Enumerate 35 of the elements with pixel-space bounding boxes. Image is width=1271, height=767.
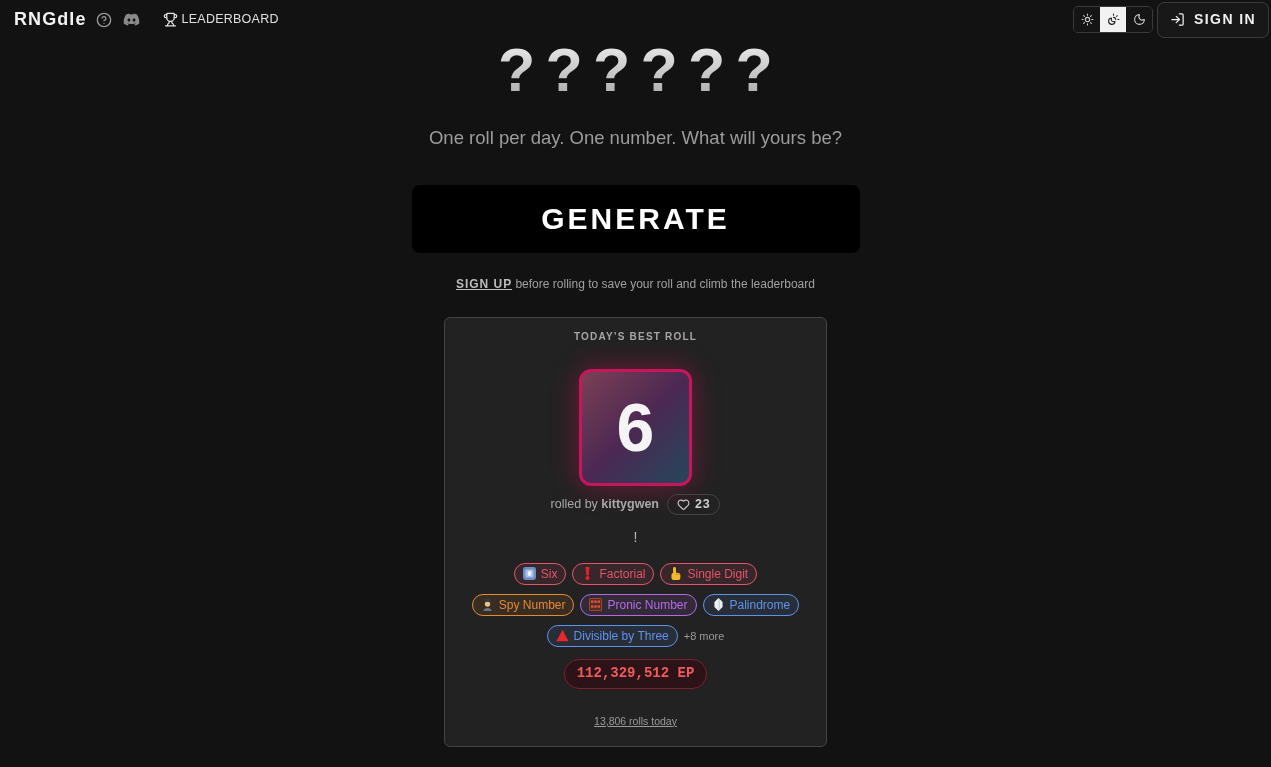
generate-button[interactable]: GENERATE [411, 184, 860, 253]
card-title: TODAY’S BEST ROLL [573, 329, 698, 344]
signup-prompt: SIGN UP before rolling to save your roll and climb the leaderboard [456, 275, 815, 293]
sun-moon-icon [1106, 13, 1120, 26]
abacus-icon [589, 598, 603, 612]
pointing-hand-icon [669, 567, 683, 581]
tag-label: Six [540, 565, 558, 583]
tag-label: Palindrome [729, 596, 791, 614]
rolled-number: 6 [616, 393, 655, 462]
gem-icon [711, 598, 725, 612]
tag-label: Factorial [599, 565, 646, 583]
trophy-icon [162, 12, 178, 27]
tag-label: Divisible by Three [573, 627, 669, 645]
more-tags-text: +8 more [683, 628, 725, 644]
sign-up-link[interactable]: SIGN UP [456, 276, 513, 291]
tag-label: Pronic Number [607, 596, 688, 614]
tag-label: Spy Number [498, 596, 566, 614]
moon-icon [1132, 13, 1146, 26]
triangle-icon [555, 629, 569, 643]
points-badge: 112,329,512 EP [563, 658, 708, 689]
logo[interactable]: RNGdle [14, 6, 87, 33]
theme-option[interactable] [1100, 7, 1127, 32]
tag-label: Single Digit [687, 565, 749, 583]
help-icon[interactable] [95, 11, 112, 28]
roll-caption: ! [633, 527, 638, 547]
tagline: One roll per day. One number. What will yours be? [429, 126, 842, 150]
login-icon [1170, 12, 1186, 27]
sign-in-button[interactable]: SIGN IN [1157, 1, 1269, 38]
leaderboard-link[interactable]: LEADERBOARD [162, 10, 279, 29]
keycap-icon [522, 567, 536, 581]
sun-icon [1080, 13, 1094, 26]
rolls-today-link[interactable]: 13,806 rolls today [594, 713, 677, 730]
rolled-by-text: rolled by kittygwen [550, 495, 659, 513]
heart-icon [677, 497, 690, 511]
discord-icon[interactable] [122, 11, 140, 28]
